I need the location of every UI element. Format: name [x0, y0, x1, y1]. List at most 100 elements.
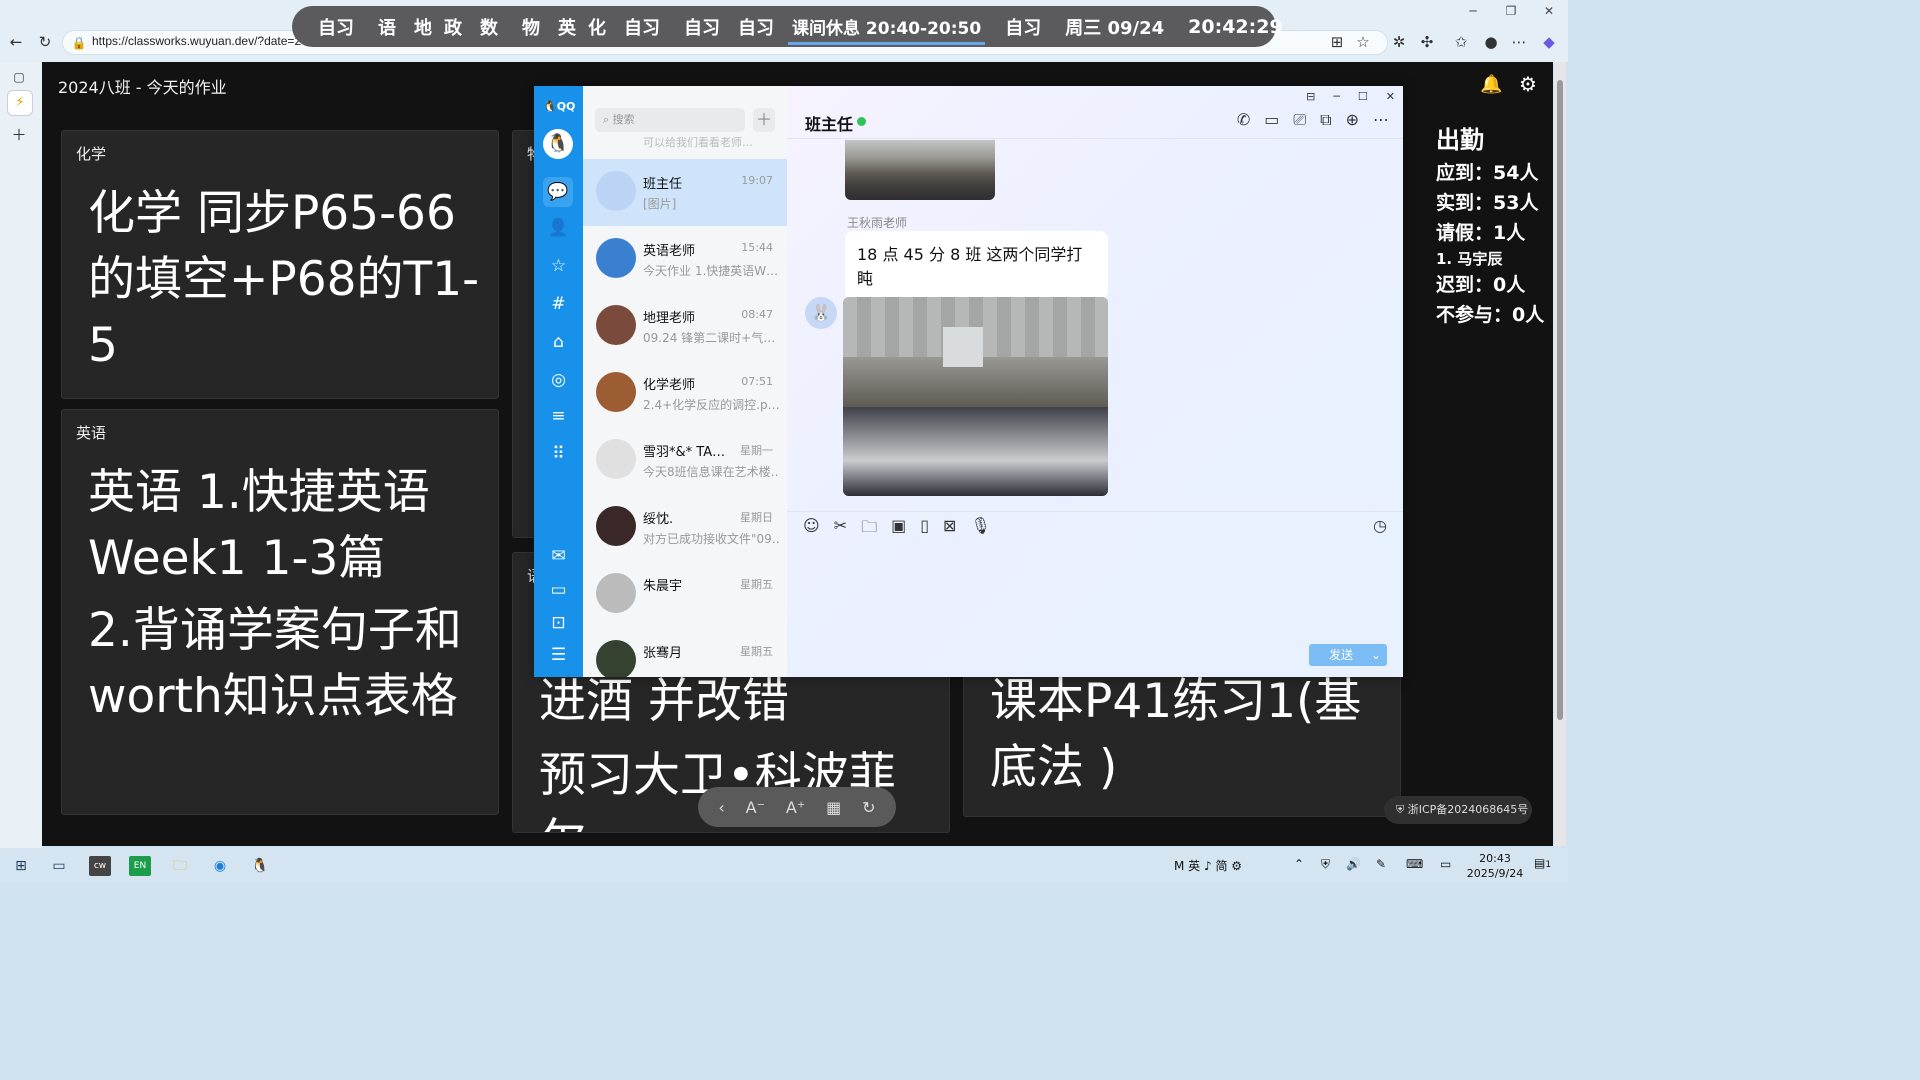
favorites-star-icon[interactable]: ☆ — [546, 254, 571, 279]
message-input[interactable] — [807, 544, 1383, 644]
scrollbar-thumb[interactable] — [1557, 80, 1563, 720]
display-icon[interactable]: ▭ — [1440, 857, 1451, 871]
font-increase-icon[interactable]: A⁺ — [786, 798, 805, 817]
calendar-icon[interactable]: ▦ — [826, 798, 841, 817]
period-11: 自习 — [1005, 17, 1042, 39]
icp-badge[interactable]: ⛨ 浙ICP备2024068645号 — [1384, 796, 1532, 824]
extension-icon[interactable]: ✲ — [1388, 31, 1410, 53]
shake-icon[interactable]: ▯ — [920, 516, 929, 543]
profile-avatar-icon[interactable]: ● — [1480, 31, 1502, 53]
qq-window: 🐧QQ 🐧 💬 👤 ☆ # ⌂ ◎ ≡ ⠿ ✉ ▭ ⊡ ☰ ⌕ 搜索 ＋ 可以给… — [534, 86, 1403, 677]
list-icon[interactable]: ≡ — [546, 404, 571, 429]
pen-icon[interactable]: ✎ — [1376, 857, 1386, 871]
conversation-item[interactable]: 朱晨宇 星期五 — [583, 561, 787, 628]
folder-icon[interactable]: ▭ — [546, 578, 571, 603]
avatar — [596, 171, 636, 211]
new-tab-icon[interactable]: ＋ — [8, 124, 30, 146]
maximize-icon[interactable]: ☐ — [1358, 90, 1368, 103]
minimize-icon[interactable]: ─ — [1333, 90, 1340, 103]
games-icon[interactable]: ⌂ — [546, 330, 571, 355]
add-icon[interactable]: ＋ — [753, 108, 775, 132]
scissors-icon[interactable]: ✂ — [834, 516, 847, 543]
homework-card-chemistry[interactable]: 化学 化学 同步P65-66 的填空+P68的T1- 5 — [61, 130, 499, 399]
send-button[interactable]: 发送 ⌄ — [1309, 644, 1387, 666]
bell-icon[interactable]: 🔔 — [1480, 74, 1502, 95]
ime-indicator[interactable]: M 英 ♪ 简 ⚙ — [1174, 857, 1242, 874]
box-icon[interactable]: ⊠ — [943, 516, 956, 543]
close-icon[interactable]: ✕ — [1386, 90, 1395, 103]
pin-icon[interactable]: ⊟ — [1306, 90, 1315, 103]
card-line: 课本P41练习1(基 — [990, 674, 1362, 729]
close-window-icon[interactable]: ✕ — [1534, 4, 1564, 18]
clock[interactable]: 20:43 2025/9/24 — [1464, 851, 1526, 881]
microphone-icon[interactable]: 🎙 — [970, 516, 990, 543]
video-icon[interactable]: ▭ — [1264, 110, 1279, 130]
avatar — [596, 573, 636, 613]
search-input[interactable]: ⌕ 搜索 — [595, 108, 745, 132]
page-scrollbar[interactable] — [1554, 62, 1566, 846]
minimize-icon[interactable]: ─ — [1458, 4, 1488, 18]
folder-icon[interactable]: 🗀 — [861, 516, 877, 543]
puzzle-icon[interactable]: ✣ — [1416, 31, 1438, 53]
history-clock-icon[interactable]: ◷ — [1373, 516, 1387, 535]
security-icon[interactable]: ⛨ — [1321, 857, 1330, 872]
mail-icon[interactable]: ✉ — [546, 544, 571, 569]
chevron-left-icon[interactable]: ‹ — [718, 798, 724, 817]
period-3: 政 — [444, 17, 462, 39]
top-preview-text: 可以给我们看看老师… — [643, 136, 753, 149]
task-view-icon[interactable]: ▭ — [48, 856, 70, 876]
remote-desktop-icon[interactable]: ⧉ — [1320, 110, 1331, 130]
edge-browser-icon[interactable]: ◉ — [209, 856, 231, 876]
conversation-item[interactable]: 英语老师 15:44 今天作业 1.快捷英语W… — [583, 226, 787, 293]
qq-taskbar-icon[interactable]: 🐧 — [249, 856, 271, 876]
classworks-tab-icon[interactable]: ⚡ — [7, 90, 33, 116]
lock-icon[interactable]: 🔒 — [68, 32, 90, 54]
image-icon[interactable]: ▣ — [891, 516, 906, 543]
easinote-icon[interactable]: EN — [129, 856, 151, 876]
favorites-icon[interactable]: ✩ — [1450, 31, 1472, 53]
reader-mode-icon[interactable]: ⊞ — [1326, 31, 1348, 53]
restore-icon[interactable]: ❐ — [1496, 4, 1526, 18]
add-member-icon[interactable]: ⊕ — [1346, 110, 1359, 130]
font-decrease-icon[interactable]: A⁻ — [746, 798, 765, 817]
refresh-icon[interactable]: ↻ — [34, 31, 56, 53]
conversation-item[interactable]: 地理老师 08:47 09.24 锋第二课时+气… — [583, 293, 787, 360]
phone-icon[interactable]: ✆ — [1237, 110, 1250, 130]
more-menu-icon[interactable]: ⋯ — [1508, 31, 1530, 53]
message-bubble[interactable]: 18 点 45 分 8 班 这两个同学打盹 — [845, 231, 1108, 299]
conversation-item[interactable]: 张骞月 星期五 — [583, 628, 787, 677]
sender-avatar[interactable]: 🐰 — [805, 297, 837, 329]
menu-icon[interactable]: ☰ — [546, 643, 571, 668]
notification-icon[interactable]: ▤1 — [1534, 856, 1551, 870]
more-icon[interactable]: ⋯ — [1373, 110, 1389, 130]
chat-image[interactable] — [843, 297, 1108, 496]
screen-share-icon[interactable]: ⎚ — [1293, 110, 1306, 130]
messages-icon[interactable]: 💬 — [543, 177, 573, 207]
conversation-item[interactable]: 雪羽*&* TA… 星期一 今天8班信息课在艺术楼… — [583, 427, 787, 494]
refresh-icon[interactable]: ↻ — [862, 798, 875, 817]
settings-gear-icon[interactable]: ⚙ — [1519, 72, 1537, 96]
qq-window-controls: ⊟ ─ ☐ ✕ — [1306, 90, 1395, 103]
tray-chevron-icon[interactable]: ⌃ — [1294, 857, 1304, 871]
contacts-icon[interactable]: 👤 — [546, 216, 571, 241]
user-avatar[interactable]: 🐧 — [543, 129, 573, 159]
windows-start-icon[interactable]: ⊞ — [10, 856, 32, 876]
conversation-item[interactable]: 绥忱. 星期日 对方已成功接收文件"09… — [583, 494, 787, 561]
volume-icon[interactable]: 🔊 — [1346, 857, 1361, 871]
bookmark-icon[interactable]: ⊡ — [546, 611, 571, 636]
app-icon[interactable]: cw — [89, 856, 111, 876]
conversation-item[interactable]: 班主任 19:07 [图片] — [583, 159, 787, 226]
favorite-star-icon[interactable]: ☆ — [1352, 31, 1374, 53]
homework-card-english[interactable]: 英语 英语 1.快捷英语 Week1 1-3篇 2.背诵学案句子和 worth知… — [61, 409, 499, 815]
file-explorer-icon[interactable]: 🗀 — [169, 856, 191, 876]
apps-grid-icon[interactable]: ⠿ — [546, 442, 571, 467]
space-icon[interactable]: ◎ — [546, 368, 571, 393]
chat-image-previous[interactable] — [845, 140, 995, 200]
tab-actions-icon[interactable]: ▢ — [8, 66, 30, 88]
back-icon[interactable]: ← — [5, 31, 27, 53]
keyboard-icon[interactable]: ⌨ — [1406, 857, 1423, 871]
emoji-icon[interactable]: ☺ — [803, 516, 820, 543]
channel-hash-icon[interactable]: # — [546, 292, 571, 317]
conversation-item[interactable]: 化学老师 07:51 2.4+化学反应的调控.p… — [583, 360, 787, 427]
copilot-icon[interactable]: ◆ — [1538, 31, 1560, 53]
